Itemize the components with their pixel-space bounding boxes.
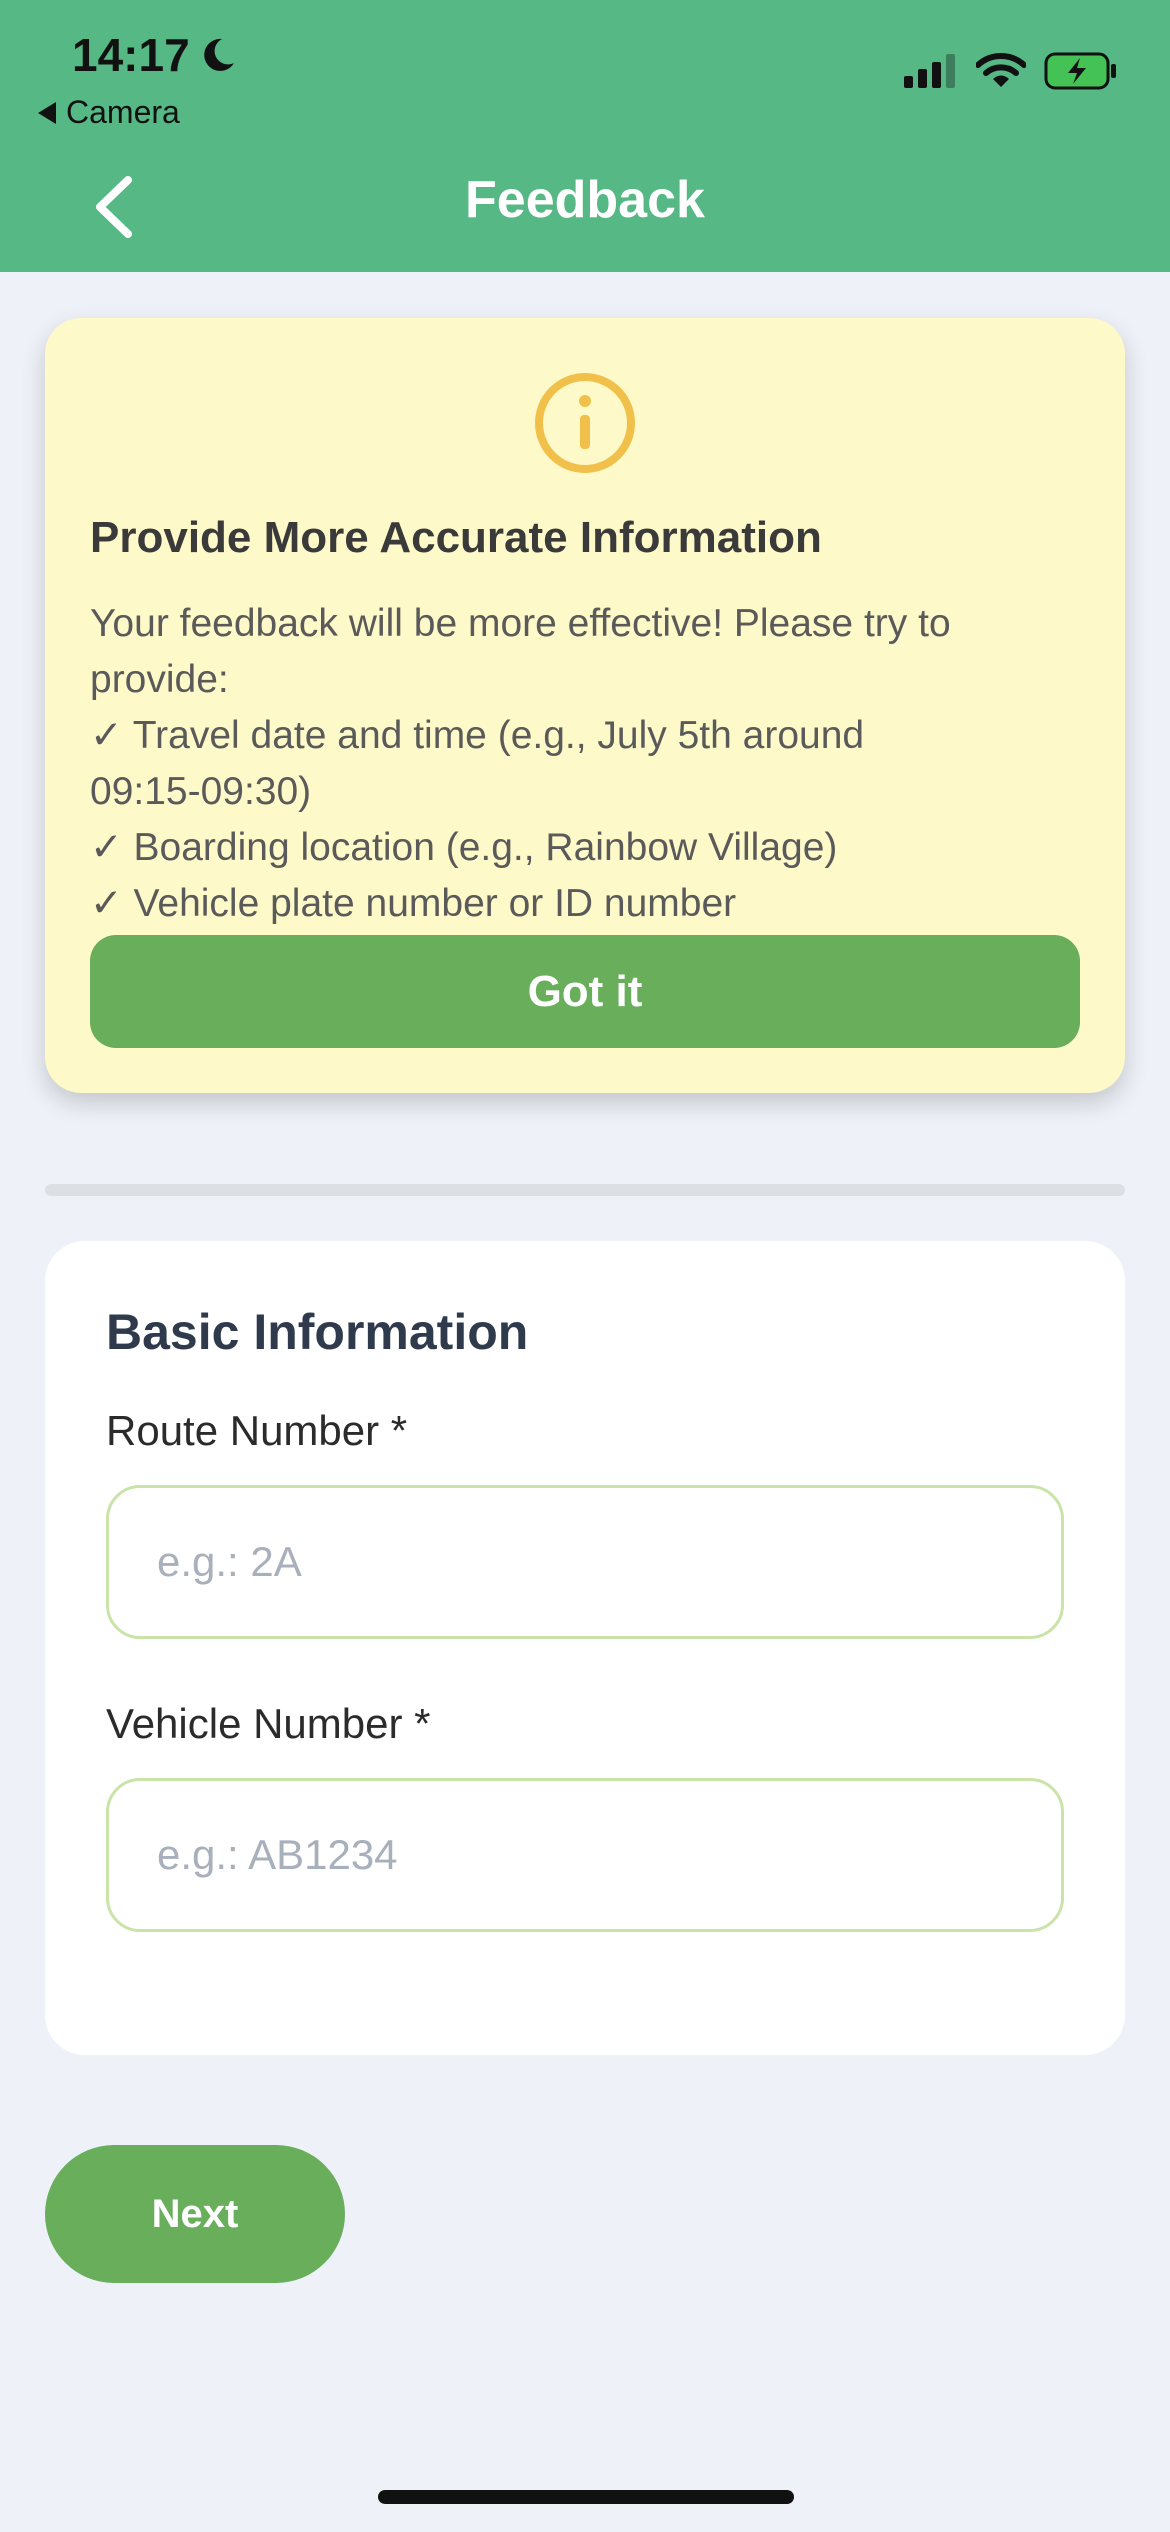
next-button[interactable]: Next — [45, 2145, 345, 2283]
battery-charging-icon — [1044, 52, 1116, 90]
basic-info-card: Basic Information Route Number * Vehicle… — [45, 1241, 1125, 2055]
status-back-to-app[interactable]: Camera — [38, 94, 180, 131]
status-time-text: 14:17 — [72, 29, 190, 81]
section-divider — [45, 1184, 1125, 1196]
status-time: 14:17 — [72, 28, 238, 82]
status-indicators — [904, 52, 1118, 90]
vehicle-number-label: Vehicle Number * — [106, 1700, 431, 1747]
moon-icon — [203, 38, 234, 71]
signal-icon — [904, 54, 955, 88]
route-number-input[interactable] — [106, 1485, 1064, 1639]
back-triangle-icon — [38, 101, 56, 124]
info-tip-card: Provide More Accurate Information Your f… — [45, 318, 1125, 1093]
home-indicator[interactable] — [378, 2490, 794, 2504]
tip-line: ✓ Boarding location (e.g., Rainbow Villa… — [90, 826, 838, 869]
tip-title: Provide More Accurate Information — [90, 513, 822, 562]
status-back-label: Camera — [66, 94, 180, 130]
tip-body: Your feedback will be more effective! Pl… — [90, 596, 1090, 932]
vehicle-number-input[interactable] — [106, 1778, 1064, 1932]
tip-line: Your feedback will be more effective! Pl… — [90, 602, 951, 645]
app-header: 14:17 Camera Feedback — [0, 0, 1170, 272]
tip-line: provide: — [90, 658, 229, 701]
got-it-button[interactable]: Got it — [90, 935, 1080, 1048]
wifi-icon — [976, 53, 1026, 87]
route-number-label: Route Number * — [106, 1407, 408, 1454]
page-title: Feedback — [465, 171, 705, 229]
info-icon — [535, 373, 635, 473]
tip-line: ✓ Vehicle plate number or ID number — [90, 882, 737, 925]
section-title: Basic Information — [106, 1304, 529, 1360]
tip-line: 09:15-09:30) — [90, 770, 312, 813]
tip-line: ✓ Travel date and time (e.g., July 5th a… — [90, 714, 865, 757]
